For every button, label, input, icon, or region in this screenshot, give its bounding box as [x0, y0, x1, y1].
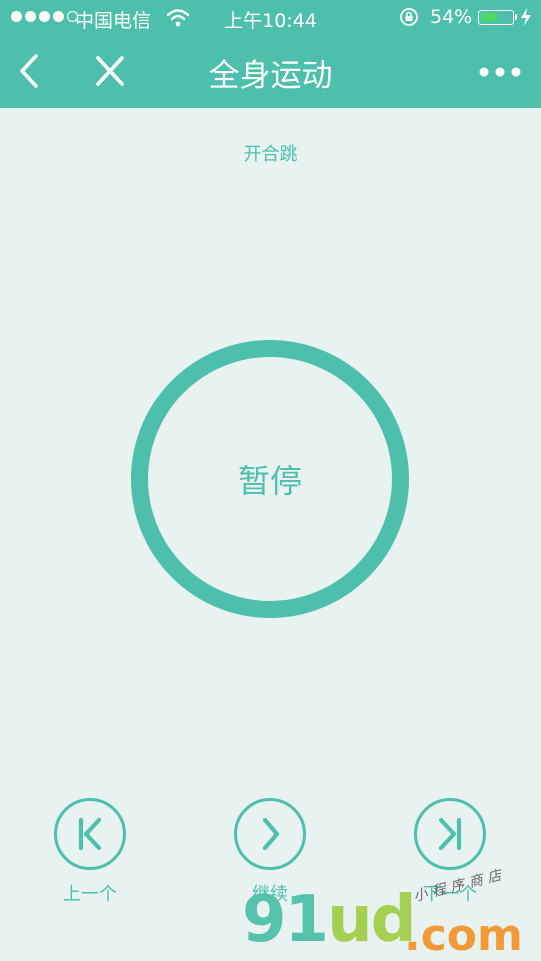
- resume-button[interactable]: [234, 798, 306, 870]
- watermark-domain: .com: [404, 910, 523, 961]
- previous-button[interactable]: [54, 798, 126, 870]
- exercise-name: 开合跳: [243, 144, 298, 165]
- charging-bolt-icon: [521, 8, 531, 26]
- page-title: 全身运动: [208, 58, 333, 94]
- rotation-lock-icon: [400, 8, 418, 26]
- skip-previous-icon: [78, 817, 102, 851]
- timer-ring[interactable]: 暂停: [131, 340, 409, 618]
- status-bar: 中国电信 上午10:44 54%: [0, 0, 541, 36]
- battery-percent: 54%: [430, 6, 473, 28]
- battery-icon: [478, 10, 517, 25]
- next-button[interactable]: [414, 798, 486, 870]
- battery-fill: [481, 13, 497, 21]
- play-chevron-icon: [262, 817, 280, 851]
- top-bar: 中国电信 上午10:44 54% 全身运动: [0, 0, 541, 108]
- pause-label: 暂停: [237, 462, 302, 500]
- skip-next-icon: [438, 817, 462, 851]
- watermark-brand-b: ud: [327, 883, 416, 957]
- watermark-brand-a: 91: [242, 883, 329, 957]
- previous-label: 上一个: [63, 884, 117, 905]
- watermark-logo: 91ud: [242, 888, 416, 952]
- more-dots-icon[interactable]: [478, 62, 522, 82]
